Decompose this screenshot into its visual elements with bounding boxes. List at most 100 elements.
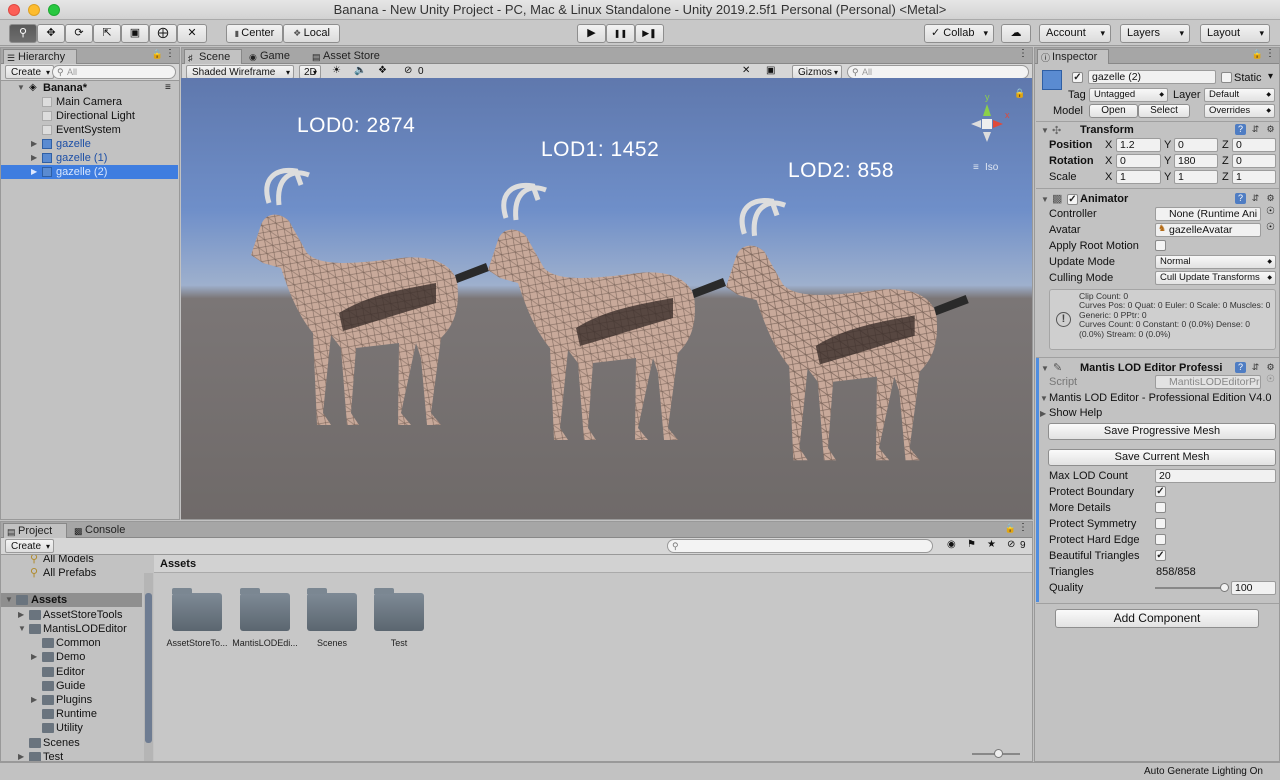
tree-item-runtime[interactable]: Runtime [1,707,142,721]
add-component-button[interactable]: Add Component [1055,609,1259,628]
scale-tool-button[interactable]: ⇱ [93,24,121,43]
quality-slider[interactable] [1155,583,1229,592]
expand-arrow-icon[interactable]: ▶ [18,608,24,622]
tree-item-plugins[interactable]: ▶ Plugins [1,693,142,707]
panel-menu-icon[interactable]: ⋮ [165,48,175,59]
protect-boundary-checkbox[interactable]: ✓ [1155,486,1166,497]
overrides-dropdown[interactable]: Overrides [1204,104,1275,118]
tree-item-demo[interactable]: ▶ Demo [1,650,142,664]
custom-tool-button[interactable]: ✕ [177,24,207,43]
culling-mode-dropdown[interactable]: Cull Update Transforms [1155,271,1276,285]
rotate-tool-button[interactable]: ⟳ [65,24,93,43]
pivot-center-button[interactable]: ▮ Center [226,24,283,43]
project-search-input[interactable] [667,539,933,553]
tree-item-assetstoretools[interactable]: ▶ AssetStoreTools [1,608,142,622]
favorite-all-models[interactable]: ⚲ All Models [1,555,142,566]
protect-symmetry-checkbox[interactable] [1155,518,1166,529]
presets-icon[interactable]: ⇵ [1250,124,1261,135]
hierarchy-item-gazelle-1[interactable]: ▶ gazelle (1) [1,151,178,165]
collab-dropdown[interactable]: ✓ Collab [924,24,994,43]
update-mode-dropdown[interactable]: Normal [1155,255,1276,269]
lock-icon[interactable]: 🔒 [1005,523,1016,534]
favorite-all-prefabs[interactable]: ⚲ All Prefabs [1,566,142,580]
search-by-type-icon[interactable]: ◉ [947,539,956,550]
rotation-y-field[interactable]: 180 [1174,154,1218,168]
tree-scrollbar[interactable] [144,573,153,761]
effects-toggle-icon[interactable]: ❖ [378,65,387,76]
cloud-button[interactable]: ☁ [1001,24,1031,43]
object-picker-icon[interactable]: ☉ [1266,222,1275,233]
layer-dropdown[interactable]: Default [1204,88,1275,102]
account-dropdown[interactable]: Account [1039,24,1111,43]
panel-menu-icon[interactable]: ⋮ [1018,48,1028,59]
static-checkbox[interactable] [1221,72,1232,83]
tree-item-test[interactable]: ▶ Test [1,750,142,761]
layout-dropdown[interactable]: Layout [1200,24,1270,43]
hierarchy-item-main-camera[interactable]: Main Camera [1,95,178,109]
gizmo-lock-icon[interactable]: 🔒 [1014,88,1025,99]
scene-menu-icon[interactable]: ≡ [165,81,171,95]
scene-orientation-gizmo[interactable]: y x [963,88,1013,148]
static-dropdown-icon[interactable]: ▾ [1268,71,1273,82]
animator-foldout-icon[interactable]: ▼ [1041,195,1049,204]
expand-arrow-icon[interactable]: ▼ [5,593,13,607]
tab-game[interactable]: ◉ Game [246,49,298,64]
hierarchy-item-gazelle[interactable]: ▶ gazelle [1,137,178,151]
favorite-icon[interactable]: ★ [987,539,996,550]
mantis-foldout-icon[interactable]: ▼ [1041,364,1049,373]
expand-arrow-icon[interactable]: ▶ [31,650,37,664]
rotation-x-field[interactable]: 0 [1116,154,1161,168]
component-gear-icon[interactable]: ⚙ [1265,362,1276,373]
save-progressive-mesh-button[interactable]: Save Progressive Mesh [1048,423,1276,440]
rotation-z-field[interactable]: 0 [1232,154,1276,168]
hierarchy-create-button[interactable]: Create [5,65,55,79]
panel-menu-icon[interactable]: ⋮ [1265,48,1275,59]
tab-asset-store[interactable]: ▤ Asset Store [309,49,389,64]
tree-item-utility[interactable]: Utility [1,721,142,735]
position-y-field[interactable]: 0 [1174,138,1218,152]
close-window-button[interactable] [8,4,20,16]
hidden-objects-icon[interactable]: ⊘ [404,65,412,76]
folder-scenes-icon[interactable] [307,588,357,631]
icon-size-slider[interactable] [972,749,1020,758]
project-create-button[interactable]: Create [5,539,55,553]
hidden-packages-icon[interactable]: ⊘ [1007,539,1015,550]
component-gear-icon[interactable]: ⚙ [1265,124,1276,135]
folder-assetstoretools-icon[interactable] [172,588,222,631]
tab-project[interactable]: ▤ Project [3,523,67,538]
tree-item-assets[interactable]: ▼ Assets [1,593,142,607]
hierarchy-scene-row[interactable]: ▼ ◈ Banana* ≡ [1,81,178,95]
scale-x-field[interactable]: 1 [1116,170,1161,184]
hierarchy-item-directional-light[interactable]: Directional Light [1,109,178,123]
pause-button[interactable]: ❚❚ [606,24,635,43]
lock-icon[interactable]: 🔒 [152,49,163,60]
tree-item-common[interactable]: Common [1,636,142,650]
component-gear-icon[interactable]: ⚙ [1265,193,1276,204]
mantis-title[interactable]: Mantis LOD Editor Professi [1080,362,1222,374]
tree-item-editor[interactable]: Editor [1,665,142,679]
lighting-toggle-icon[interactable]: ☀ [332,65,341,76]
expand-arrow-icon[interactable]: ▶ [31,151,37,165]
presets-icon[interactable]: ⇵ [1250,362,1261,373]
transform-tool-button[interactable]: ⨁ [149,24,177,43]
help-foldout-icon[interactable]: ▶ [1040,409,1046,418]
help-icon[interactable]: ? [1235,193,1246,204]
tag-dropdown[interactable]: Untagged [1089,88,1168,102]
folder-test-icon[interactable] [374,588,424,631]
max-lod-count-field[interactable]: 20 [1155,469,1276,483]
position-z-field[interactable]: 0 [1232,138,1276,152]
apply-root-motion-checkbox[interactable] [1155,240,1166,251]
tab-inspector[interactable]: ⓘ Inspector [1037,49,1109,64]
tools-icon[interactable]: ✕ [742,65,750,76]
position-x-field[interactable]: 1.2 [1116,138,1161,152]
transform-title[interactable]: Transform [1080,124,1134,136]
tab-scene[interactable]: ♯ Scene [184,49,242,64]
expand-arrow-icon[interactable]: ▼ [17,81,25,95]
quality-slider-knob[interactable] [1220,583,1229,592]
more-details-checkbox[interactable] [1155,502,1166,513]
pivot-local-button[interactable]: ❖ Local [283,24,340,43]
scale-y-field[interactable]: 1 [1174,170,1218,184]
scene-viewport[interactable]: LOD0: 2874 LOD1: 1452 LOD2: 858 y x ≡ Is… [181,78,1032,519]
expand-arrow-icon[interactable]: ▶ [18,750,24,761]
edition-foldout-icon[interactable]: ▼ [1040,394,1048,403]
